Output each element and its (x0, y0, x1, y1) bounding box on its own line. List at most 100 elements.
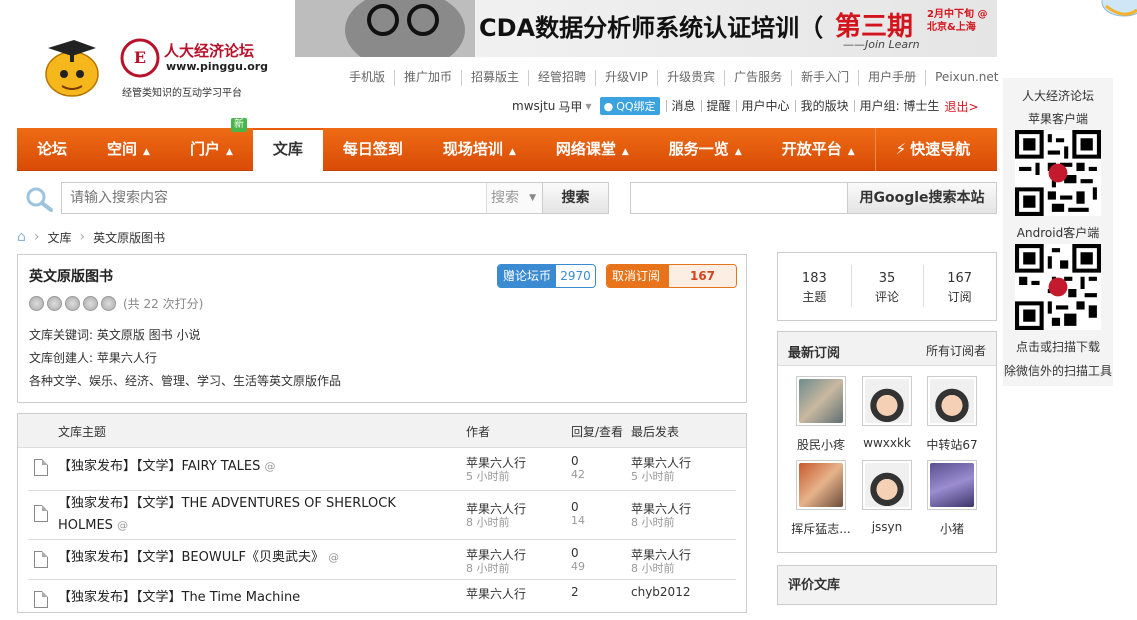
link-reminders[interactable]: 提醒 (700, 100, 736, 112)
corner-decoration-icon[interactable] (1094, 0, 1137, 18)
link-jobs[interactable]: 经管招聘 (528, 70, 595, 86)
topic-author[interactable]: 苹果六人行 (466, 585, 526, 602)
user-level[interactable]: 马甲 (558, 98, 582, 115)
avatar[interactable] (796, 376, 846, 426)
home-icon[interactable]: ⌂ (17, 229, 26, 245)
link-guest[interactable]: 升级贵宾 (657, 70, 724, 86)
link-vip[interactable]: 升级VIP (595, 70, 657, 86)
nav-online-class[interactable]: 网络课堂 ▲ (536, 128, 649, 171)
last-poster[interactable]: chyb2012 (631, 585, 690, 599)
nav-portal[interactable]: 门户 ▲ (170, 128, 253, 171)
link-my-boards[interactable]: 我的版块 (794, 100, 854, 112)
google-search-input[interactable] (631, 183, 847, 213)
breadcrumb-current[interactable]: 英文原版图书 (93, 229, 165, 246)
all-subscribers-link[interactable]: 所有订阅者 (926, 342, 986, 359)
nav-label: 服务一览 (668, 140, 729, 158)
subscriber-name[interactable]: wwxxkk (852, 436, 922, 450)
subscriber-count: 167 (669, 265, 736, 287)
top-links: 手机版 推广加币 招募版主 经管招聘 升级VIP 升级贵宾 广告服务 新手入门 … (349, 70, 1007, 86)
nav-checkin[interactable]: 每日签到 (323, 128, 423, 171)
document-icon (34, 591, 48, 608)
col-topic: 文库主题 (58, 425, 107, 439)
logout-link[interactable]: 退出> (944, 98, 978, 115)
last-time[interactable]: 8 小时前 (631, 514, 675, 530)
nav-library[interactable]: 文库 (252, 128, 323, 171)
table-row[interactable]: 【独家发布】【文学】BEOWULF《贝奥武夫》 @ 苹果六人行 8 小时前 0 … (28, 540, 736, 580)
subscriber-name[interactable]: jssyn (852, 520, 922, 534)
link-manual[interactable]: 用户手册 (858, 70, 925, 86)
search-type-select[interactable]: 搜索 ▼ (486, 183, 542, 213)
library-keywords: 文库关键词: 英文原版 图书 小说 (29, 328, 201, 342)
stat-label: 主题 (802, 290, 827, 304)
avatar[interactable] (927, 460, 977, 510)
link-user-center[interactable]: 用户中心 (735, 100, 795, 112)
avatar[interactable] (862, 460, 912, 510)
star-icon[interactable] (65, 296, 80, 311)
view-count: 49 (571, 560, 585, 573)
star-icon[interactable] (83, 296, 98, 311)
username[interactable]: mwsjtu (512, 99, 555, 113)
gift-coins-button[interactable]: 赠论坛币 2970 (497, 264, 596, 288)
table-row[interactable]: 【独家发布】【文学】THE ADVENTURES OF SHERLOCK HOL… (28, 491, 736, 540)
library-description: 各种文学、娱乐、经济、管理、学习、生活等英文原版作品 (29, 374, 342, 388)
table-row[interactable]: 【独家发布】【文学】FAIRY TALES @ 苹果六人行 5 小时前 0 42… (28, 448, 736, 491)
link-ads[interactable]: 广告服务 (724, 70, 791, 86)
subscriber-name[interactable]: 股民小疼 (786, 436, 856, 453)
link-messages[interactable]: 消息 (665, 100, 701, 112)
forum-mascot-logo[interactable] (40, 36, 102, 98)
nav-training[interactable]: 现场培训 ▲ (423, 128, 536, 171)
link-mobile[interactable]: 手机版 (349, 70, 394, 86)
avatar[interactable] (927, 376, 977, 426)
subscriber-name[interactable]: 中转站67 (917, 436, 987, 453)
search-input[interactable] (62, 183, 486, 213)
star-icon[interactable] (29, 296, 44, 311)
unsubscribe-button[interactable]: 取消订阅 167 (606, 264, 737, 288)
qq-bind-button[interactable]: ● QQ绑定 (599, 97, 660, 115)
banner-signature: ——Join Learn (843, 38, 920, 51)
last-time[interactable]: 8 小时前 (631, 560, 675, 576)
star-icon[interactable] (101, 296, 116, 311)
topic-title[interactable]: 【独家发布】【文学】The Time Machine (58, 587, 458, 609)
link-promote[interactable]: 推广加币 (394, 70, 461, 86)
subscriber-name[interactable]: 挥斥猛志... (786, 520, 856, 537)
search-button[interactable]: 搜索 (542, 183, 608, 213)
nav-open-platform[interactable]: 开放平台 ▲ (762, 128, 875, 171)
gift-coins-label: 赠论坛币 (498, 265, 557, 287)
nav-label: 网络课堂 (555, 140, 616, 158)
star-rating[interactable]: (共 22 次打分) (29, 295, 203, 312)
gift-coins-count: 2970 (556, 265, 595, 287)
avatar[interactable] (796, 460, 846, 510)
nav-label: 空间 (107, 140, 138, 158)
topic-title[interactable]: 【独家发布】【文学】THE ADVENTURES OF SHERLOCK HOL… (58, 493, 418, 537)
nav-label: 论坛 (37, 140, 68, 158)
cda-banner-ad[interactable]: CDA数据分析师系统认证培训（ 第三期 2月中下旬 @北京&上海 ——Join … (295, 0, 997, 57)
apple-qr-code[interactable] (1015, 130, 1101, 216)
star-icon[interactable] (47, 296, 62, 311)
chevron-down-icon[interactable]: ▼ (585, 102, 591, 111)
qr-android-label: Android客户端 (1016, 226, 1100, 240)
nav-space[interactable]: 空间 ▲ (87, 128, 170, 171)
brand-url: www.pinggu.org (166, 60, 269, 73)
caret-icon: ▲ (847, 147, 855, 157)
google-search-button[interactable]: 用Google搜索本站 (847, 183, 996, 213)
link-peixun[interactable]: Peixun.net (925, 70, 1007, 86)
topic-title-text: 【独家发布】【文学】BEOWULF《贝奥武夫》 (58, 550, 324, 565)
nav-forum[interactable]: 论坛 (17, 128, 87, 171)
table-row[interactable]: 【独家发布】【文学】The Time Machine 苹果六人行 2 chyb2… (28, 580, 736, 620)
subscriber-name[interactable]: 小猪 (917, 520, 987, 537)
android-qr-code[interactable] (1015, 244, 1101, 330)
nav-quick[interactable]: ⚡ 快速导航 (874, 128, 991, 171)
main-nav: 论坛 空间 ▲ 门户 ▲ 文库 每日签到 现场培训 ▲ 网络课堂 ▲ 服务一览 ▲ 开放平… (17, 128, 997, 171)
link-newbie[interactable]: 新手入门 (791, 70, 858, 86)
avatar[interactable] (862, 376, 912, 426)
link-moderator[interactable]: 招募版主 (461, 70, 528, 86)
breadcrumb-library[interactable]: 文库 (48, 229, 72, 246)
brand-block[interactable]: E 人大经济论坛 www.pinggu.org 经管类知识的互动学习平台 (120, 38, 270, 99)
nav-services[interactable]: 服务一览 ▲ (649, 128, 762, 171)
qr-tip-download[interactable]: 点击或扫描下载 (1003, 338, 1113, 355)
user-group: 用户组: 博士生 (853, 100, 945, 112)
reply-count: 0 (571, 454, 579, 468)
topic-title[interactable]: 【独家发布】【文学】FAIRY TALES @ (58, 456, 458, 478)
last-time[interactable]: 5 小时前 (631, 468, 675, 484)
topic-title[interactable]: 【独家发布】【文学】BEOWULF《贝奥武夫》 @ (58, 547, 458, 569)
